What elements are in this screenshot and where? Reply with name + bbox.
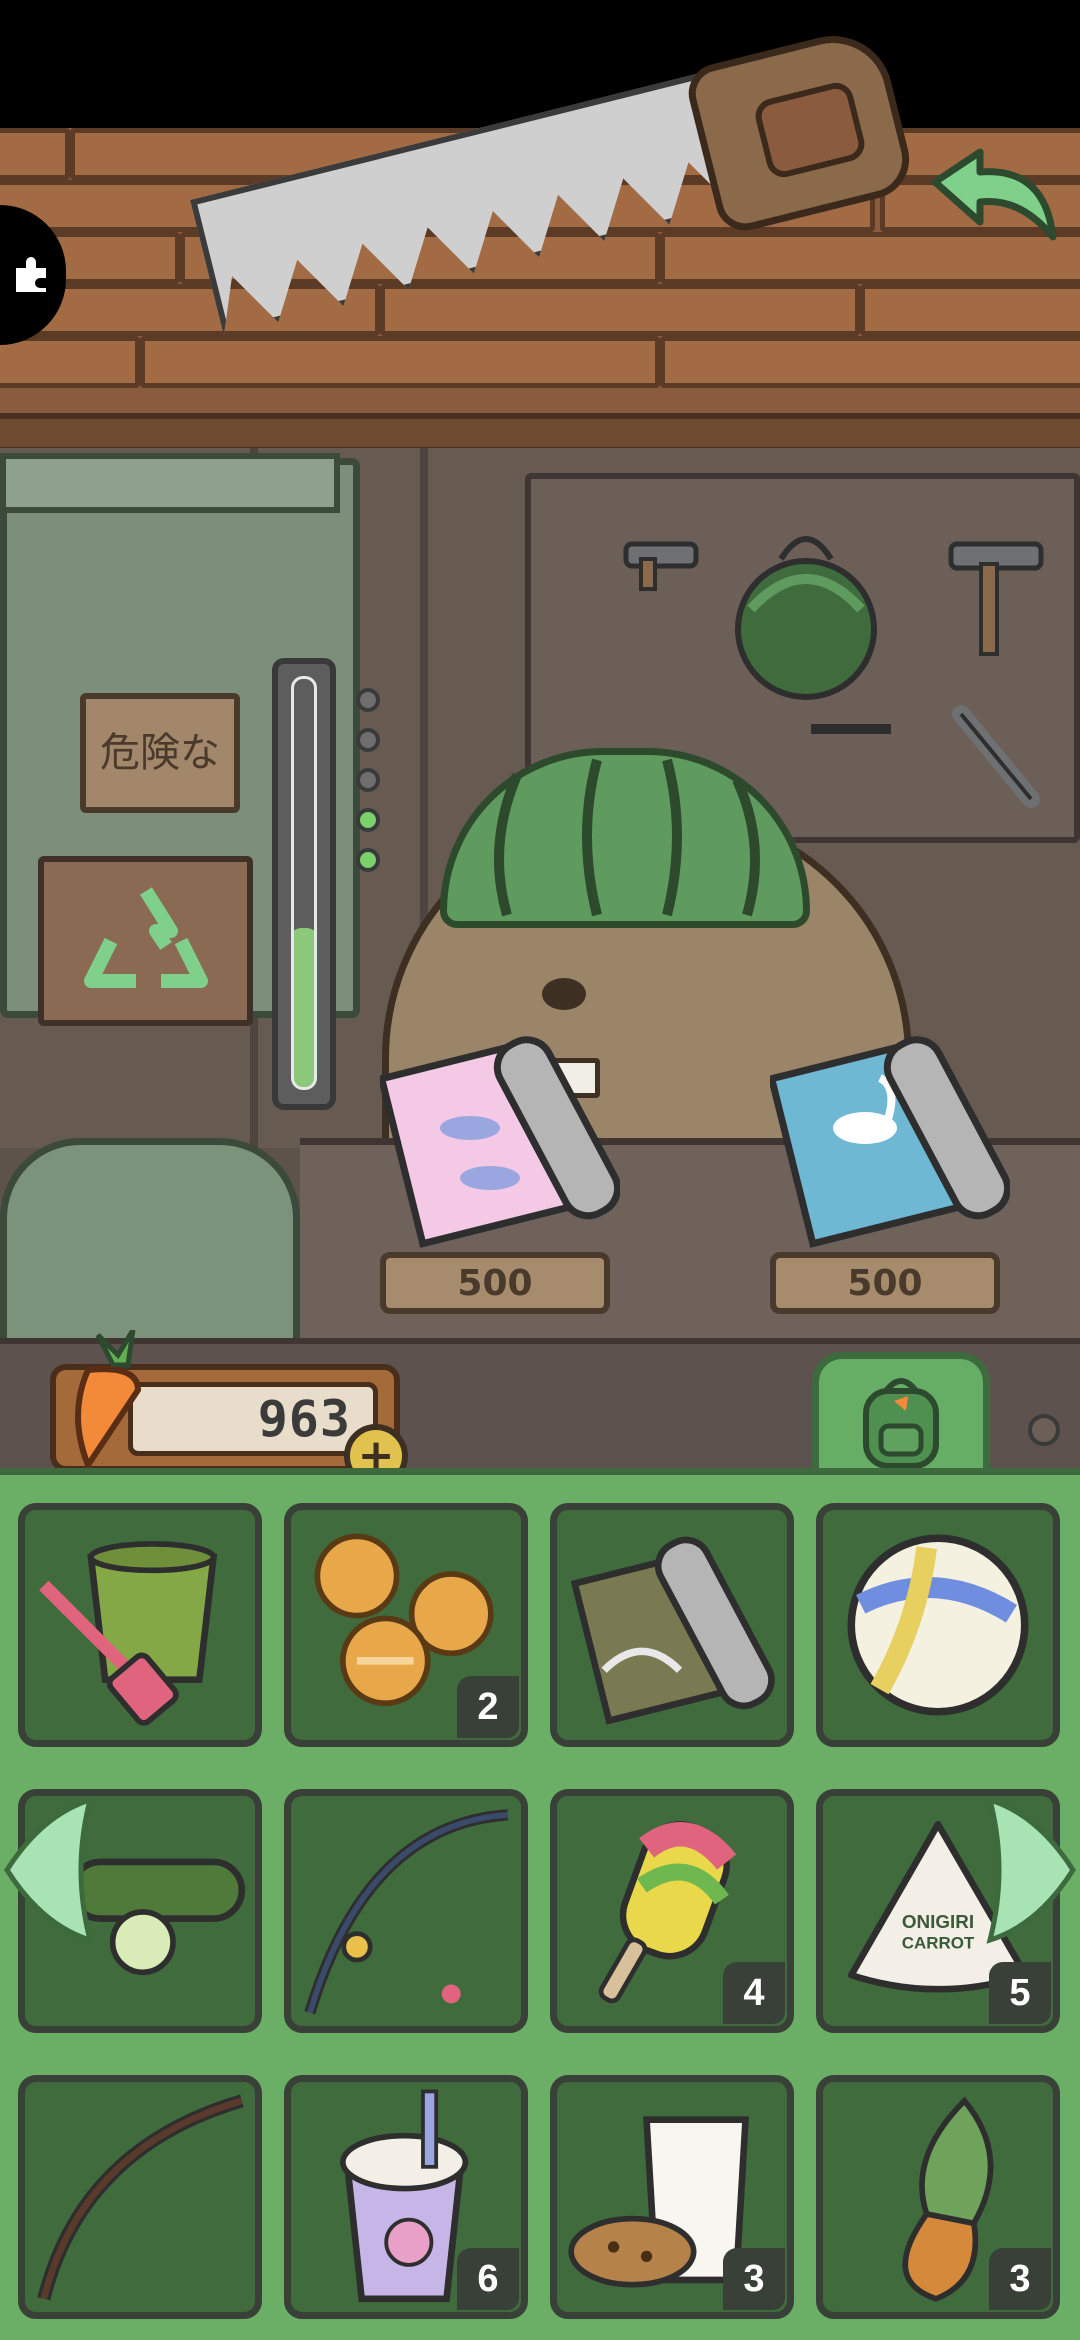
inventory-slot-bow[interactable] [18,2075,262,2319]
danger-sign: 危険な [80,693,240,813]
inventory-tab[interactable] [812,1352,990,1482]
sand-bucket-icon [39,1541,218,1726]
inventory-panel: 2 4 ONIGIRI CARROT 5 6 3 3 [0,1468,1080,2340]
price-tag: 500 [380,1252,610,1314]
wave-wallpaper-icon [570,1536,775,1725]
item-count: 3 [723,2248,785,2310]
gauge-light [356,688,380,712]
gauge-tube [291,676,317,1090]
danger-sign-text: 危険な [100,730,220,776]
inventory-slot-volleyball[interactable] [816,1503,1060,1747]
carrot-icon [58,1328,168,1472]
volleyball-icon [847,1534,1029,1716]
workshop-scene: 危険な 500 500 [0,128,1080,1468]
inventory-slot-taiyaki[interactable]: 3 [816,2075,1060,2319]
inventory-slot-popsicle[interactable]: 4 [550,1789,794,2033]
chevron-left-icon [4,1796,94,1944]
shelf-beam [0,413,1080,453]
chevron-right-icon [986,1796,1076,1944]
page-dot [1028,1414,1060,1446]
item-count: 4 [723,1962,785,2024]
shop-item-swan-wallpaper[interactable] [767,1018,1012,1258]
swan-wallpaper-icon [767,1036,1012,1248]
next-page-button[interactable] [986,1795,1078,1945]
backpack-icon [863,1377,939,1469]
recycle-box [38,856,253,1026]
price-label: 500 [457,1262,533,1304]
item-count: 3 [989,2248,1051,2310]
shark-wallpaper-icon [377,1036,622,1248]
beaver-nose [542,978,586,1010]
inventory-slot-bubble-tea[interactable]: 6 [284,2075,528,2319]
prev-page-button[interactable] [2,1795,94,1945]
status-bar [0,0,1080,128]
shop-item-shark-wallpaper[interactable] [377,1018,622,1258]
onigiri-label: ONIGIRI [902,1911,974,1932]
item-count: 5 [989,1962,1051,2024]
item-count: 2 [457,1676,519,1738]
gauge-light-on [356,808,380,832]
back-button[interactable] [925,142,1065,252]
bow-icon [37,2094,244,2301]
back-arrow-icon [931,148,1057,241]
machine-top [0,453,340,513]
gauge-light [356,728,380,752]
recycle-icon [83,887,208,988]
svg-text:CARROT: CARROT [902,1934,975,1953]
gauge-light [356,768,380,792]
price-label: 500 [847,1262,923,1304]
inventory-slot-animal-cookies[interactable]: 2 [284,1503,528,1747]
currency-amount: 963 [257,1390,351,1448]
puzzle-icon [16,257,46,292]
item-count: 6 [457,2248,519,2310]
inventory-slot-wave-wallpaper[interactable] [550,1503,794,1747]
inventory-slot-sand-bucket[interactable] [18,1503,262,1747]
watermelon-helmet [440,748,810,928]
gauge-light-on [356,848,380,872]
inventory-slot-milk-cookies[interactable]: 3 [550,2075,794,2319]
inventory-slot-fishing-rod[interactable] [284,1789,528,2033]
price-tag: 500 [770,1252,1000,1314]
fishing-rod-icon [304,1809,509,2015]
